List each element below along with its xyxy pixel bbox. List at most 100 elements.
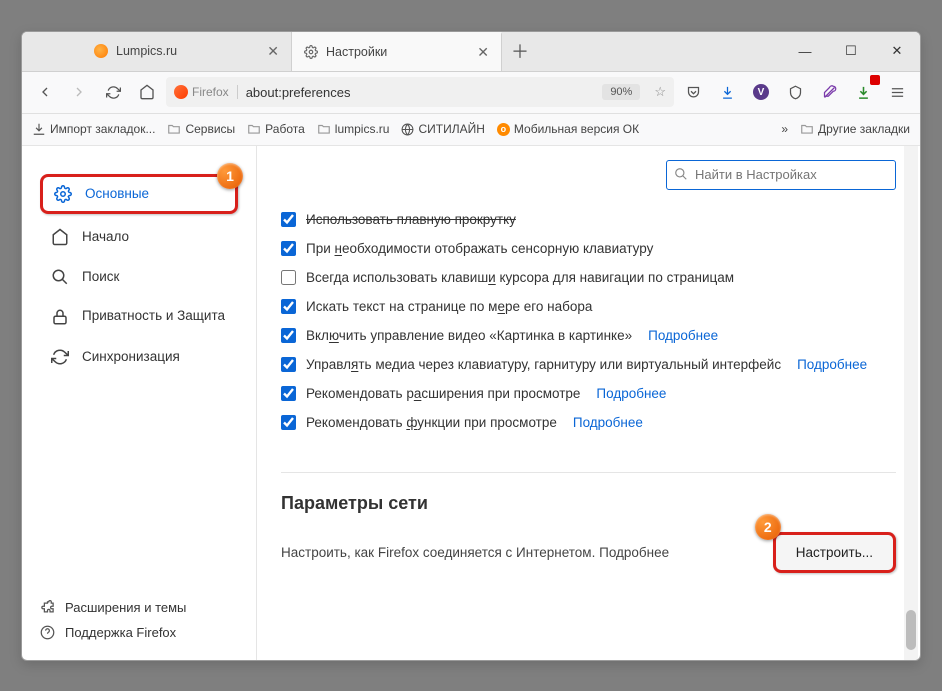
download-icon[interactable] [712,77,742,107]
option-label: Рекомендовать функции при просмотре [306,415,557,430]
ext-icon-download2[interactable] [848,77,878,107]
tab-settings[interactable]: Настройки ✕ [292,32,502,71]
option-label: Искать текст на странице по мере его наб… [306,299,592,314]
content-area: Основные 1 Начало Поиск Приватность и За… [22,146,920,660]
search-icon [50,267,70,287]
sidebar-item-label: Синхронизация [82,349,180,364]
url-text: about:preferences [246,85,351,100]
tab-title: Настройки [326,45,387,59]
network-settings-button[interactable]: Настроить... [773,532,896,573]
help-icon [40,625,55,640]
tab-close-icon[interactable]: ✕ [477,44,489,61]
option-label: При необходимости отображать сенсорную к… [306,241,653,256]
network-desc: Настроить, как Firefox соединяется с Инт… [281,545,669,560]
option-row: Рекомендовать расширения при просмотре По… [281,386,896,401]
sidebar-item-search[interactable]: Поиск [40,260,238,294]
new-tab-button[interactable]: ＋ [502,32,538,71]
option-row: Включить управление видео «Картинка в ка… [281,328,896,343]
maximize-button[interactable]: ☐ [828,32,874,71]
network-section: Параметры сети Настроить, как Firefox со… [281,472,896,573]
back-button[interactable] [30,77,60,107]
learn-more-link[interactable]: Подробнее [797,357,867,372]
sidebar-item-home[interactable]: Начало [40,220,238,254]
home-button[interactable] [132,77,162,107]
option-row: Всегда использовать клавиши курсора для … [281,270,896,285]
option-checkbox[interactable] [281,357,296,372]
search-icon [674,167,688,181]
bookmarks-bar: Импорт закладок... Сервисы Работа lumpic… [22,114,920,146]
url-bar[interactable]: Firefox about:preferences 90% ☆ [166,77,674,107]
window-controls: — ☐ ✕ [782,32,920,71]
tab-favicon-orange [94,44,108,58]
settings-search-input[interactable] [666,160,896,190]
shield-icon[interactable] [780,77,810,107]
option-label: Всегда использовать клавиши курсора для … [306,270,734,285]
option-row: Использовать плавную прокрутку [281,212,896,227]
option-row: Искать текст на странице по мере его наб… [281,299,896,314]
learn-more-link[interactable]: Подробнее [596,386,666,401]
learn-more-link[interactable]: Подробнее [573,415,643,430]
bm-folder[interactable]: Сервисы [167,122,235,136]
sidebar-support[interactable]: Поддержка Firefox [40,625,238,640]
option-checkbox[interactable] [281,328,296,343]
annotation-badge-2: 2 [755,514,781,540]
bm-folder[interactable]: Работа [247,122,305,136]
puzzle-icon [40,600,55,615]
pocket-icon[interactable] [678,77,708,107]
settings-search[interactable] [666,160,896,190]
sidebar-item-label: Приватность и Защита [82,308,225,324]
browser-window: Lumpics.ru ✕ Настройки ✕ ＋ — ☐ ✕ [21,31,921,661]
titlebar: Lumpics.ru ✕ Настройки ✕ ＋ — ☐ ✕ [22,32,920,72]
option-checkbox[interactable] [281,270,296,285]
options-list: Использовать плавную прокрутку При необхо… [281,212,896,430]
scrollbar-thumb[interactable] [906,610,916,650]
learn-more-link[interactable]: Подробнее [599,545,669,560]
sidebar-item-label: Начало [82,229,129,244]
bookmarks-overflow[interactable]: » [781,122,788,136]
minimize-button[interactable]: — [782,32,828,71]
gear-icon [304,45,318,59]
bm-link[interactable]: СИТИЛАЙН [401,122,484,136]
option-label: Использовать плавную прокрутку [306,212,516,227]
option-checkbox[interactable] [281,241,296,256]
tab-close-icon[interactable]: ✕ [267,43,279,60]
learn-more-link[interactable]: Подробнее [648,328,718,343]
nav-toolbar: Firefox about:preferences 90% ☆ V [22,72,920,114]
bm-folder[interactable]: lumpics.ru [317,122,390,136]
lock-icon [50,307,70,327]
gear-icon [53,184,73,204]
zoom-indicator[interactable]: 90% [602,84,640,100]
other-bookmarks[interactable]: Другие закладки [800,122,910,136]
ext-icon-feather[interactable] [814,77,844,107]
star-icon[interactable]: ☆ [654,84,666,100]
menu-button[interactable] [882,77,912,107]
option-label: Рекомендовать расширения при просмотре [306,386,580,401]
import-bookmarks[interactable]: Импорт закладок... [32,122,155,136]
sync-icon [50,347,70,367]
option-row: Рекомендовать функции при просмотре Подро… [281,415,896,430]
sidebar-extensions[interactable]: Расширения и темы [40,600,238,615]
option-checkbox[interactable] [281,299,296,314]
reload-button[interactable] [98,77,128,107]
ext-icon-v[interactable]: V [746,77,776,107]
close-button[interactable]: ✕ [874,32,920,71]
sidebar-item-general[interactable]: Основные 1 [40,174,238,214]
option-checkbox[interactable] [281,212,296,227]
scrollbar[interactable] [904,146,918,660]
option-row: Управлять медиа через клавиатуру, гарнит… [281,357,896,372]
identity-box: Firefox [174,85,238,99]
option-row: При необходимости отображать сенсорную к… [281,241,896,256]
bm-link[interactable]: oМобильная версия ОК [497,122,639,136]
sidebar-item-privacy[interactable]: Приватность и Защита [40,300,238,334]
forward-button[interactable] [64,77,94,107]
option-checkbox[interactable] [281,386,296,401]
annotation-badge-1: 1 [217,163,243,189]
sidebar-item-sync[interactable]: Синхронизация [40,340,238,374]
option-label: Управлять медиа через клавиатуру, гарнит… [306,357,781,372]
sidebar-item-label: Основные [85,186,149,201]
settings-main: Использовать плавную прокрутку При необхо… [257,146,920,660]
settings-sidebar: Основные 1 Начало Поиск Приватность и За… [22,146,257,660]
option-checkbox[interactable] [281,415,296,430]
tab-lumpics[interactable]: Lumpics.ru ✕ [82,32,292,71]
section-title: Параметры сети [281,493,896,514]
